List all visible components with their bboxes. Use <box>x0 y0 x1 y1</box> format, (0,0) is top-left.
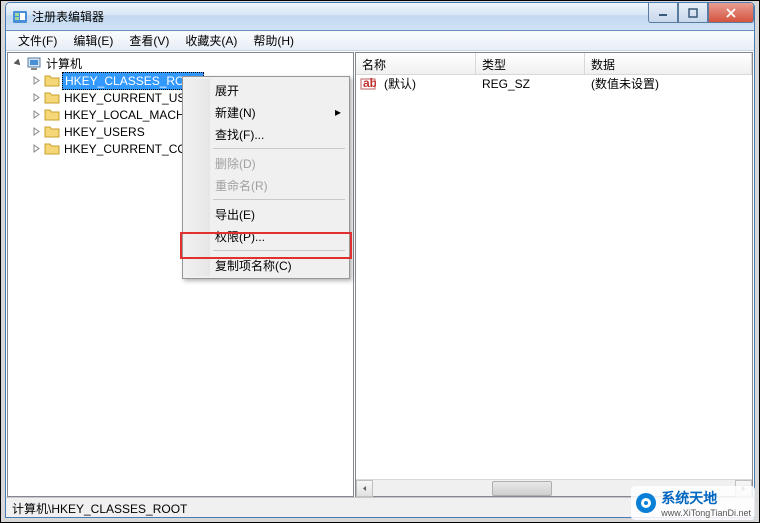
folder-icon <box>44 141 60 157</box>
window-controls <box>648 3 754 23</box>
cm-expand[interactable]: 展开 <box>185 79 347 101</box>
list-body[interactable]: ab (默认) REG_SZ (数值未设置) <box>356 75 752 496</box>
menu-help[interactable]: 帮助(H) <box>245 30 302 51</box>
string-value-icon: ab <box>360 76 376 92</box>
cm-delete: 删除(D) <box>185 152 347 174</box>
menubar: 文件(F) 编辑(E) 查看(V) 收藏夹(A) 帮助(H) <box>6 31 754 51</box>
cm-copy-key-name[interactable]: 复制项名称(C) <box>185 254 347 276</box>
titlebar: 注册表编辑器 <box>6 3 754 31</box>
close-button[interactable] <box>708 3 754 23</box>
regedit-window: 注册表编辑器 文件(F) 编辑(E) 查看(V) 收藏夹(A) 帮助(H) 计算… <box>5 2 755 518</box>
menu-separator <box>213 148 345 149</box>
value-type: REG_SZ <box>476 77 585 91</box>
tree-root[interactable]: 计算机 <box>10 55 353 72</box>
tree-root-label: 计算机 <box>44 54 84 73</box>
menu-favorites[interactable]: 收藏夹(A) <box>177 30 245 51</box>
minimize-button[interactable] <box>648 3 678 23</box>
cm-new[interactable]: 新建(N)▸ <box>185 101 347 123</box>
value-data: (数值未设置) <box>585 75 752 92</box>
cm-find[interactable]: 查找(F)... <box>185 123 347 145</box>
scrollbar-thumb[interactable] <box>492 481 552 496</box>
computer-icon <box>26 56 42 72</box>
menu-file[interactable]: 文件(F) <box>10 30 65 51</box>
cm-rename: 重命名(R) <box>185 174 347 196</box>
context-menu: 展开 新建(N)▸ 查找(F)... 删除(D) 重命名(R) 导出(E) 权限… <box>182 76 350 279</box>
app-icon <box>12 9 28 25</box>
col-header-data[interactable]: 数据 <box>585 53 752 74</box>
content-area: 计算机 HKEY_CLASSES_ROOT HKEY_CURRENT_USER … <box>6 52 754 497</box>
status-path: 计算机\HKEY_CLASSES_ROOT <box>12 502 187 516</box>
list-header: 名称 类型 数据 <box>356 53 752 75</box>
menu-separator <box>213 199 345 200</box>
value-name: (默认) <box>378 75 476 92</box>
expand-icon[interactable] <box>28 124 44 140</box>
cm-export[interactable]: 导出(E) <box>185 203 347 225</box>
window-title: 注册表编辑器 <box>32 8 104 25</box>
col-header-type[interactable]: 类型 <box>476 53 585 74</box>
watermark-icon <box>635 492 657 514</box>
folder-icon <box>44 90 60 106</box>
expand-icon[interactable] <box>28 73 44 89</box>
menu-edit[interactable]: 编辑(E) <box>65 30 121 51</box>
folder-icon <box>44 73 60 89</box>
col-header-name[interactable]: 名称 <box>356 53 476 74</box>
values-panel: 名称 类型 数据 ab (默认) REG_SZ (数值未设置) <box>355 52 753 497</box>
collapse-icon[interactable] <box>10 56 26 72</box>
list-row[interactable]: ab (默认) REG_SZ (数值未设置) <box>356 75 752 92</box>
tree-item-label: HKEY_USERS <box>62 124 147 140</box>
watermark-url: www.XiTongTianDi.net <box>661 508 751 518</box>
watermark-title: 系统天地 <box>661 488 751 508</box>
expand-icon[interactable] <box>28 90 44 106</box>
maximize-button[interactable] <box>678 3 708 23</box>
folder-icon <box>44 107 60 123</box>
scroll-left-icon[interactable] <box>356 480 373 497</box>
menu-view[interactable]: 查看(V) <box>121 30 177 51</box>
cm-permissions[interactable]: 权限(P)... <box>185 225 347 247</box>
svg-text:ab: ab <box>363 76 376 90</box>
expand-icon[interactable] <box>28 107 44 123</box>
submenu-arrow-icon: ▸ <box>335 105 341 119</box>
folder-icon <box>44 124 60 140</box>
watermark: 系统天地 www.XiTongTianDi.net <box>631 486 755 520</box>
expand-icon[interactable] <box>28 141 44 157</box>
menu-separator <box>213 250 345 251</box>
